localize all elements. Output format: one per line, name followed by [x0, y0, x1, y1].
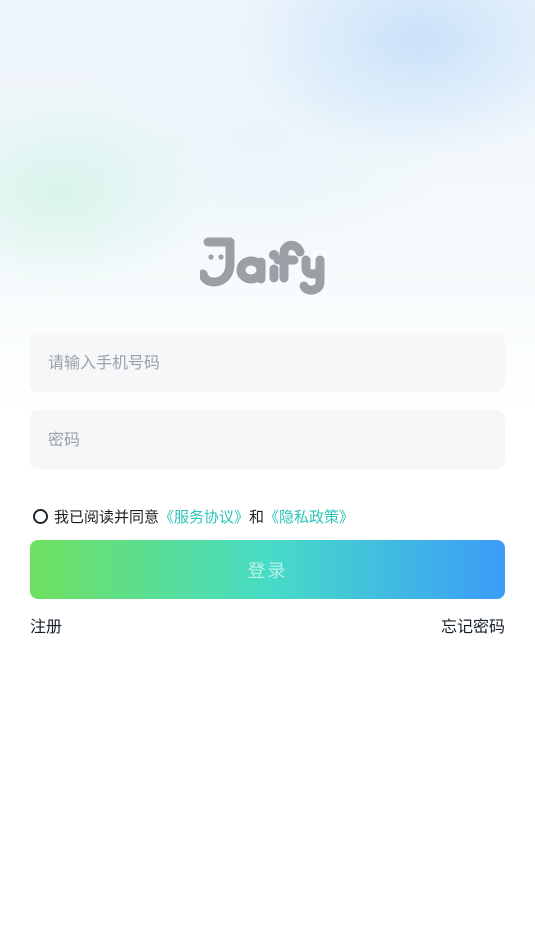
phone-field[interactable]	[30, 333, 505, 392]
password-input[interactable]	[48, 410, 487, 469]
agreement-prefix: 我已阅读并同意	[54, 507, 160, 526]
agreement-row: 我已阅读并同意 《服务协议》 和 《隐私政策》	[33, 506, 354, 526]
login-button-label: 登录	[247, 560, 288, 582]
service-agreement-link[interactable]: 《服务协议》	[159, 506, 249, 527]
register-link[interactable]: 注册	[30, 613, 62, 637]
agreement-conjunction: 和	[249, 507, 265, 526]
jaify-logo	[200, 237, 325, 295]
privacy-policy-link[interactable]: 《隐私政策》	[264, 506, 354, 527]
forgot-password-link[interactable]: 忘记密码	[441, 613, 505, 637]
password-field[interactable]	[30, 410, 505, 469]
agree-radio-icon[interactable]	[33, 508, 48, 524]
login-button[interactable]: 登录	[30, 540, 505, 599]
phone-input[interactable]	[48, 333, 487, 392]
